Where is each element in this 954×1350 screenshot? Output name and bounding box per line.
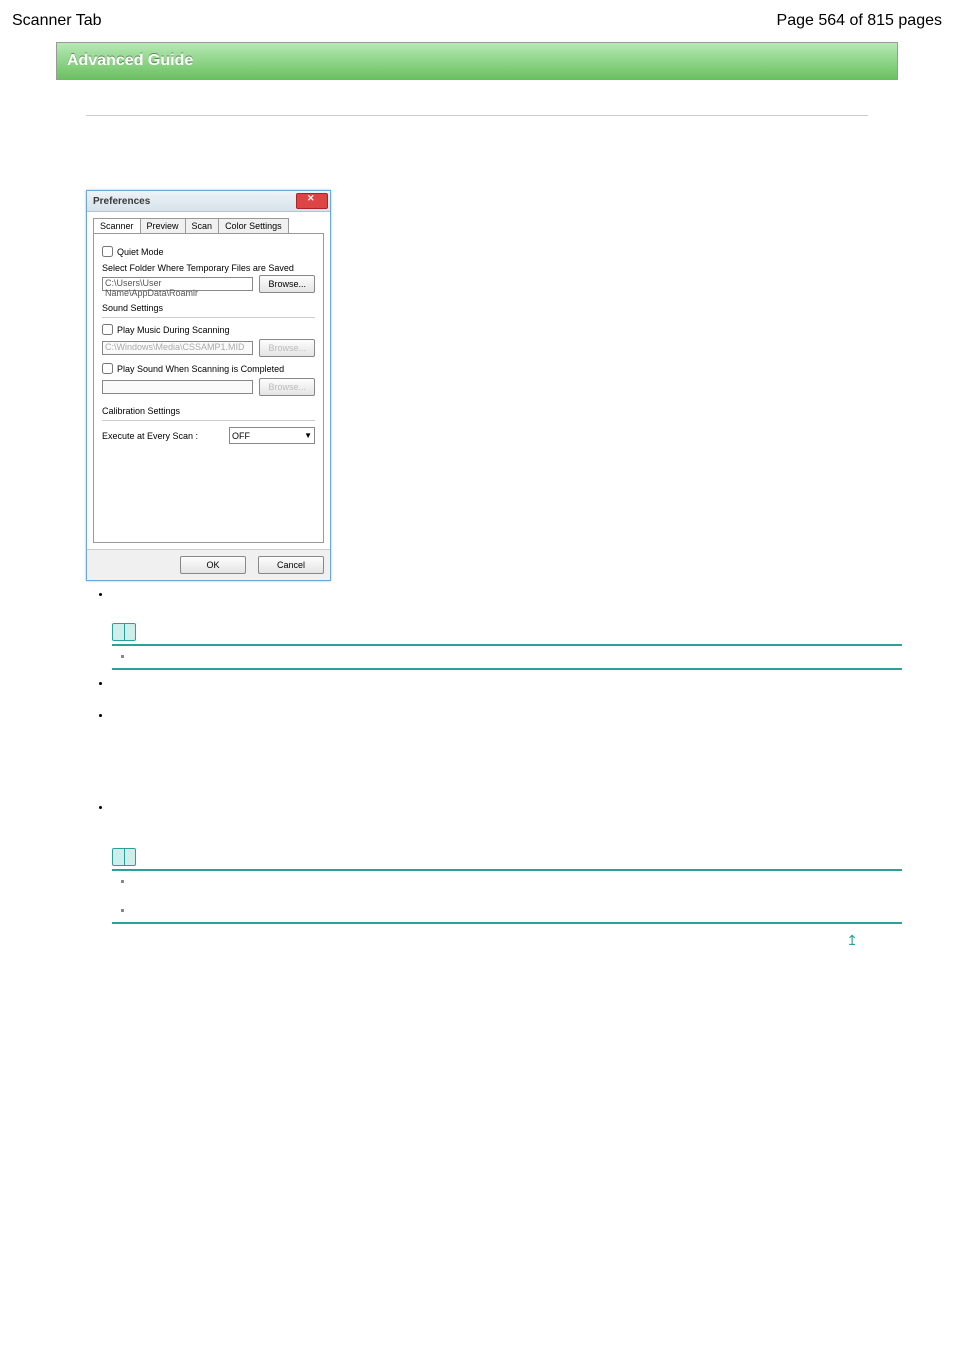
music-path-field: C:\Windows\Media\CSSAMP1.MID bbox=[102, 341, 253, 355]
execute-every-scan-select[interactable]: OFF ▼ bbox=[229, 427, 315, 444]
close-icon[interactable] bbox=[296, 193, 328, 209]
page-top-text[interactable]: Page top bbox=[862, 935, 902, 946]
note-divider bbox=[112, 922, 902, 924]
page-top-link[interactable]: ↥ Page top bbox=[52, 932, 902, 949]
execute-every-scan-value: OFF bbox=[232, 431, 250, 441]
item-heading: Quiet Mode bbox=[112, 589, 902, 601]
note-block: Note Even when Execute at Every Scan is … bbox=[112, 848, 902, 924]
tab-scanner[interactable]: Scanner bbox=[93, 218, 141, 233]
list-item: Sound Settings You can set the machine t… bbox=[112, 710, 902, 794]
item-heading: Select Folder Where Temporary Files are … bbox=[112, 678, 902, 690]
browse-music-button: Browse... bbox=[259, 339, 315, 357]
quiet-mode-checkbox[interactable] bbox=[102, 246, 113, 257]
quiet-mode-label: Quiet Mode bbox=[117, 247, 164, 257]
list-item: Calibration Settings When you set Execut… bbox=[112, 802, 902, 924]
item-desc: Select the Play Music During Scanning or… bbox=[112, 734, 902, 746]
code-id: S327 bbox=[86, 126, 902, 137]
folder-path-field[interactable]: C:\Users\User Name\AppData\Roamir bbox=[102, 277, 253, 291]
intro-text: On the Scanner tab, you can specify the … bbox=[86, 168, 902, 180]
note-divider bbox=[112, 644, 902, 646]
note-divider bbox=[112, 668, 902, 670]
play-music-label: Play Music During Scanning bbox=[117, 325, 230, 335]
banner-advanced-guide: Advanced Guide bbox=[56, 42, 898, 80]
chevron-down-icon: ▼ bbox=[304, 431, 312, 440]
breadcrumb-link-0[interactable]: Advanced Guide bbox=[86, 98, 160, 109]
tab-color-settings[interactable]: Color Settings bbox=[218, 218, 289, 233]
section-title: Scanner Tab bbox=[86, 143, 902, 160]
page-counter: Page 564 of 815 pages bbox=[777, 12, 942, 30]
divider bbox=[86, 115, 868, 116]
browse-folder-button[interactable]: Browse... bbox=[259, 275, 315, 293]
note-title: Note bbox=[144, 626, 168, 638]
item-desc: When you set Execute at Every Scan to ON… bbox=[112, 814, 902, 838]
play-sound-done-label: Play Sound When Scanning is Completed bbox=[117, 364, 284, 374]
ok-button[interactable]: OK bbox=[180, 556, 246, 574]
select-folder-label: Select Folder Where Temporary Files are … bbox=[102, 263, 315, 273]
execute-every-scan-label: Execute at Every Scan : bbox=[102, 431, 198, 441]
item-desc: You can set the machine to play music du… bbox=[112, 722, 902, 734]
breadcrumb-current: Scanner Tab bbox=[254, 98, 310, 109]
dialog-title: Preferences bbox=[93, 196, 150, 207]
list-item: Select Folder Where Temporary Files are … bbox=[112, 678, 902, 702]
file-type: - MIDI file (*.mid, *.rmi, *.midi) bbox=[112, 758, 902, 770]
list-item: Quiet Mode Select this checkbox to reduc… bbox=[112, 589, 902, 670]
page-title-left: Scanner Tab bbox=[12, 12, 102, 30]
file-type: - MP3 file (*.mp3) bbox=[112, 782, 902, 794]
file-type: - Audio file (*.wav, *.aif, *.aiff) bbox=[112, 770, 902, 782]
sound-done-path-field bbox=[102, 380, 253, 394]
note-block: Note Scanning takes longer than usual wh… bbox=[112, 623, 902, 670]
note-icon bbox=[112, 848, 136, 866]
cancel-button[interactable]: Cancel bbox=[258, 556, 324, 574]
note-item: Calibration may take time depending on y… bbox=[134, 905, 902, 917]
play-sound-done-checkbox[interactable] bbox=[102, 363, 113, 374]
breadcrumb: Advanced Guide > Troubleshooting > Scann… bbox=[86, 98, 902, 109]
calibration-settings-label: Calibration Settings bbox=[102, 406, 315, 416]
note-item: Scanning takes longer than usual when yo… bbox=[134, 651, 902, 663]
arrow-up-icon: ↥ bbox=[846, 932, 858, 949]
note-title: Note bbox=[144, 851, 168, 863]
breadcrumb-link-1[interactable]: Troubleshooting bbox=[171, 98, 242, 109]
item-desc: Select this checkbox to reduce scanner s… bbox=[112, 601, 902, 613]
note-divider bbox=[112, 869, 902, 871]
preferences-dialog: Preferences Scanner Preview Scan Color S… bbox=[86, 190, 331, 581]
tab-preview[interactable]: Preview bbox=[140, 218, 186, 233]
item-heading: Calibration Settings bbox=[112, 802, 902, 814]
tab-scan[interactable]: Scan bbox=[185, 218, 220, 233]
note-item: Even when Execute at Every Scan is set t… bbox=[134, 876, 902, 900]
item-desc: Displays the folder in which to save ima… bbox=[112, 690, 902, 702]
note-icon bbox=[112, 623, 136, 641]
item-heading: Sound Settings bbox=[112, 710, 902, 722]
play-music-checkbox[interactable] bbox=[102, 324, 113, 335]
item-desc: You can specify the following files. bbox=[112, 746, 902, 758]
sound-settings-label: Sound Settings bbox=[102, 303, 315, 313]
browse-sound-done-button: Browse... bbox=[259, 378, 315, 396]
